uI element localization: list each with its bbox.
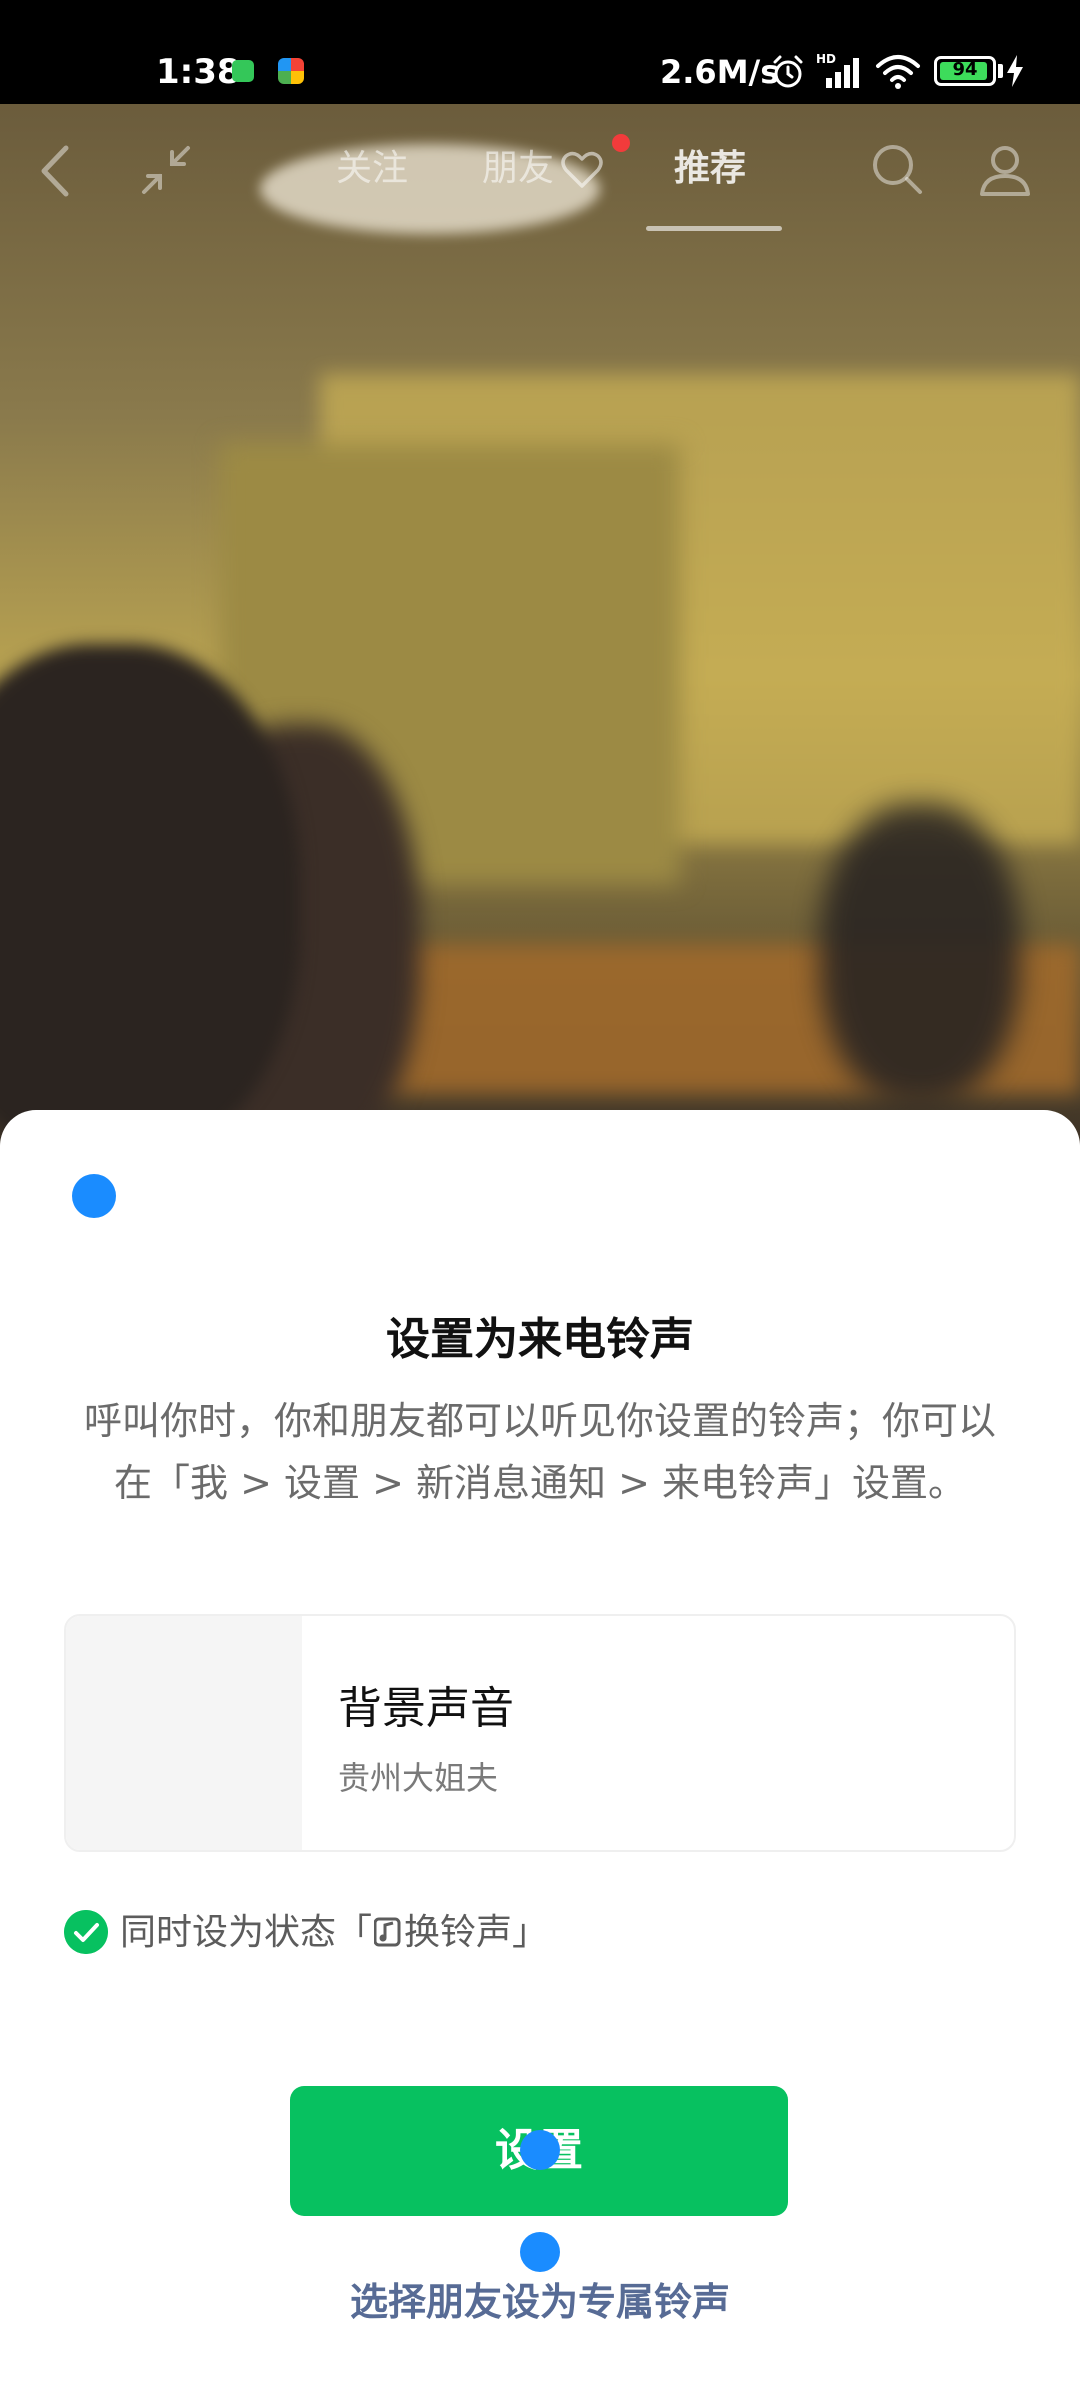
signal-icon <box>826 58 859 88</box>
profile-icon[interactable] <box>976 140 1034 198</box>
music-artist: 贵州大姐夫 <box>338 1759 499 1797</box>
status-bar: 1:38 2.6M/s HD 94 <box>0 0 1080 104</box>
sheet-description: 呼叫你时，你和朋友都可以听见你设置的铃声；你可以在「我 > 设置 > 新消息通知… <box>83 1399 996 1505</box>
charging-icon <box>1007 55 1023 87</box>
tab-friends[interactable]: 朋友 <box>482 144 554 194</box>
ringtone-sheet: 设置为来电铃声 呼叫你时，你和朋友都可以听见你设置的铃声；你可以在「我 > 设置… <box>0 1110 1080 2400</box>
music-cover <box>66 1616 302 1850</box>
wifi-icon <box>876 55 920 89</box>
sheet-title: 设置为来电铃声 <box>386 1314 694 1365</box>
tab-recommend[interactable]: 推荐 <box>674 144 746 194</box>
battery-level: 94 <box>952 59 978 80</box>
tab-active-indicator <box>646 226 782 231</box>
battery-tip <box>998 64 1003 78</box>
app-notification-icon <box>232 60 254 82</box>
music-title: 背景声音 <box>338 1683 514 1734</box>
video-player[interactable] <box>0 104 1080 1144</box>
status-label-suffix: 换铃声」 <box>404 1912 549 1953</box>
music-card[interactable]: 背景声音 贵州大姐夫 <box>64 1614 1016 1852</box>
tab-follow[interactable]: 关注 <box>336 144 408 194</box>
network-speed: 2.6M/s <box>660 53 780 91</box>
checkmark-icon[interactable] <box>64 1910 108 1954</box>
close-button[interactable] <box>72 1174 116 1218</box>
music-note-icon <box>374 1917 401 1947</box>
battery-icon: 94 <box>934 56 996 86</box>
back-icon[interactable] <box>36 144 76 198</box>
top-nav: 关注 朋友 推荐 <box>0 104 1080 234</box>
app-notification-icon-2 <box>278 58 304 84</box>
video-scene-person <box>0 644 300 1144</box>
notification-dot <box>612 134 630 152</box>
video-scene-person <box>820 804 1020 1104</box>
heart-icon <box>561 151 603 188</box>
touch-marker <box>520 2232 560 2272</box>
touch-marker <box>520 2130 560 2170</box>
status-time: 1:38 <box>156 52 241 92</box>
search-icon[interactable] <box>868 140 926 198</box>
shrink-icon[interactable] <box>138 142 194 198</box>
choose-friend-link[interactable]: 选择朋友设为专属铃声 <box>0 2274 1080 2330</box>
alarm-icon <box>773 55 803 88</box>
status-label-prefix: 同时设为状态「 <box>120 1912 373 1953</box>
status-option-label[interactable]: 同时设为状态「 换铃声」 <box>120 1910 548 1956</box>
